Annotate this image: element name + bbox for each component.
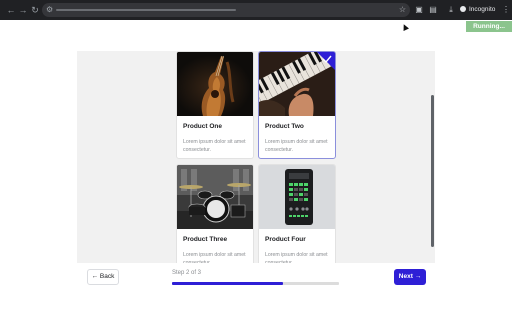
next-button[interactable]: Next → <box>394 269 426 285</box>
browser-menu-icon[interactable]: ⋮ <box>502 4 510 16</box>
product-description: Lorem ipsum dolor sit amet consectetur. <box>265 139 328 153</box>
incognito-indicator[interactable]: Incognito <box>460 4 495 16</box>
product-description: Lorem ipsum dolor sit amet consectetur. <box>183 139 246 153</box>
browser-toolbar: ← → ↻ ⚙ ☆ ▣ ▤ ⤓ Incognito ⋮ <box>0 0 512 20</box>
forward-arrow-icon[interactable]: → <box>18 4 28 16</box>
product-description: Lorem ipsum dolor sit amet consectetur. <box>265 252 328 263</box>
url-text-placeholder <box>56 9 236 11</box>
product-title: Product One <box>183 123 223 130</box>
reload-icon[interactable]: ↻ <box>30 4 40 16</box>
product-title: Product Four <box>265 236 306 243</box>
back-button[interactable]: ← Back <box>87 269 119 285</box>
product-title: Product Three <box>183 236 228 243</box>
bookmark-star-icon[interactable]: ☆ <box>399 4 406 16</box>
progress-bar-fill <box>172 282 284 285</box>
product-image-drums <box>177 165 253 229</box>
back-arrow-icon[interactable]: ← <box>6 4 16 16</box>
product-image-drum-machine <box>259 165 335 229</box>
product-card-four[interactable]: Product Four Lorem ipsum dolor sit amet … <box>258 164 336 263</box>
download-icon[interactable]: ⤓ <box>446 4 456 16</box>
product-description: Lorem ipsum dolor sit amet consectetur. <box>183 252 246 263</box>
product-image-guitar <box>177 52 253 116</box>
extension-icon[interactable]: ▣ <box>414 4 424 16</box>
product-card-two[interactable]: Product Two Lorem ipsum dolor sit amet c… <box>258 51 336 159</box>
running-badge: Running... <box>466 21 512 32</box>
incognito-icon <box>460 6 466 12</box>
incognito-label: Incognito <box>469 6 496 13</box>
mouse-cursor-icon <box>401 23 409 31</box>
address-bar[interactable]: ⚙ ☆ <box>42 3 410 17</box>
puzzle-icon[interactable]: ▤ <box>428 4 438 16</box>
product-grid-panel: Product One Lorem ipsum dolor sit amet c… <box>77 51 435 263</box>
product-image-piano <box>259 52 335 116</box>
panel-scrollbar[interactable] <box>431 95 434 247</box>
product-card-three[interactable]: Product Three Lorem ipsum dolor sit amet… <box>176 164 254 263</box>
product-card-one[interactable]: Product One Lorem ipsum dolor sit amet c… <box>176 51 254 159</box>
step-indicator: Step 2 of 3 <box>172 270 202 276</box>
product-title: Product Two <box>265 123 304 130</box>
checkmark-icon <box>317 52 335 70</box>
progress-bar <box>172 282 339 285</box>
site-settings-icon[interactable]: ⚙ <box>46 4 53 16</box>
